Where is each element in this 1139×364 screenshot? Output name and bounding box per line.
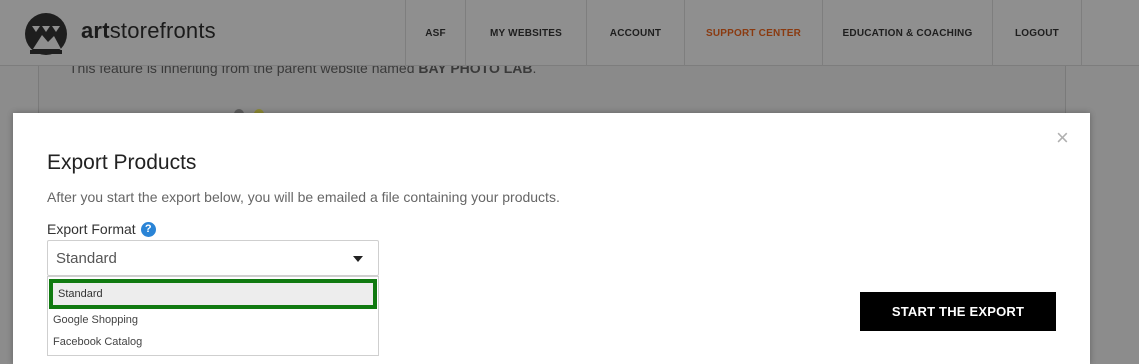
option-google-shopping[interactable]: Google Shopping <box>48 314 378 326</box>
export-format-label: Export Format ? <box>47 221 156 237</box>
option-facebook-catalog[interactable]: Facebook Catalog <box>48 336 378 348</box>
export-products-modal: × Export Products After you start the ex… <box>13 113 1090 364</box>
export-format-dropdown: Standard Google Shopping Facebook Catalo… <box>47 276 379 356</box>
export-format-select[interactable]: Standard <box>47 240 379 276</box>
option-standard[interactable]: Standard <box>49 279 377 309</box>
nav-support-center[interactable]: SUPPORT CENTER <box>684 0 822 66</box>
select-value: Standard <box>56 250 117 267</box>
help-icon[interactable]: ? <box>140 221 156 237</box>
storefront-logo-icon[interactable] <box>20 9 72 57</box>
nav-my-websites[interactable]: MY WEBSITES <box>465 0 586 66</box>
nav-logout[interactable]: LOGOUT <box>992 0 1082 66</box>
modal-description: After you start the export below, you wi… <box>47 189 560 205</box>
chevron-down-icon <box>353 256 363 262</box>
close-icon[interactable]: × <box>1056 127 1069 149</box>
nav-account[interactable]: ACCOUNT <box>586 0 684 66</box>
modal-title: Export Products <box>47 151 197 174</box>
start-export-button[interactable]: START THE EXPORT <box>860 292 1056 331</box>
nav-asf[interactable]: ASF <box>405 0 465 66</box>
export-format-label-text: Export Format <box>47 221 136 237</box>
top-navigation: artstorefronts ASF MY WEBSITES ACCOUNT S… <box>0 0 1139 66</box>
brand-name[interactable]: artstorefronts <box>81 18 216 44</box>
nav-education-coaching[interactable]: EDUCATION & COACHING <box>822 0 992 66</box>
